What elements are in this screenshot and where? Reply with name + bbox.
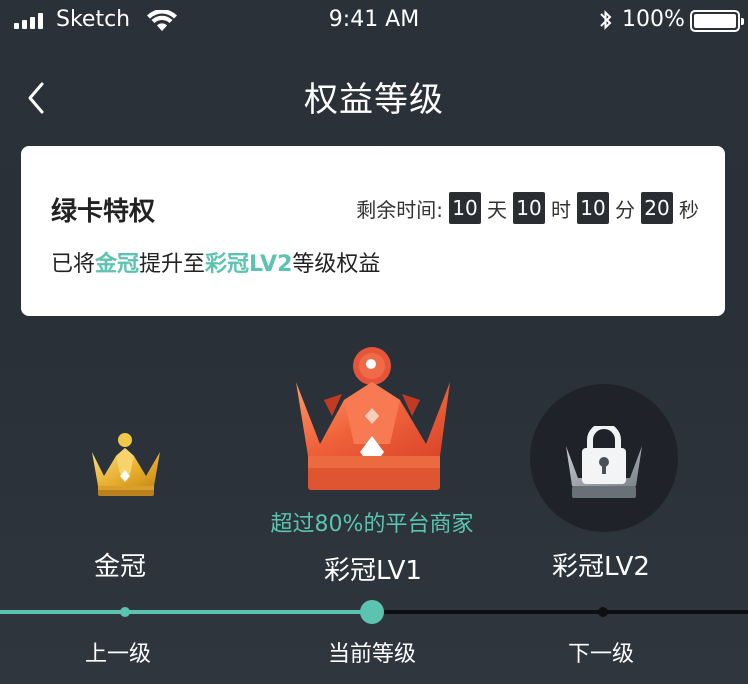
- countdown-hours-unit: 时: [551, 197, 571, 222]
- desc-from-level: 金冠: [95, 252, 140, 277]
- bluetooth-icon: [600, 10, 612, 30]
- countdown-seconds: 20: [641, 192, 673, 224]
- battery-icon: [690, 10, 744, 32]
- progress-dot-previous[interactable]: [120, 607, 130, 617]
- countdown-minutes-unit: 分: [615, 197, 635, 222]
- countdown-seconds-unit: 秒: [679, 197, 699, 222]
- progress-dot-next[interactable]: [598, 607, 608, 617]
- level-name-next: 彩冠LV2: [552, 552, 650, 582]
- red-crown-icon[interactable]: [292, 344, 456, 496]
- gold-crown-icon[interactable]: [86, 428, 166, 502]
- countdown-days-unit: 天: [487, 197, 507, 222]
- desc-middle: 提升至: [139, 252, 206, 277]
- countdown-timer: 剩余时间: 10 天 10 时 10 分 20 秒: [356, 192, 703, 224]
- step-label-previous[interactable]: 上一级: [18, 636, 218, 668]
- progress-dot-current[interactable]: [360, 600, 384, 624]
- progress-track-remaining: [372, 610, 748, 614]
- locked-crown-icon[interactable]: [562, 426, 646, 502]
- step-label-next[interactable]: 下一级: [501, 636, 701, 668]
- privilege-card: 绿卡特权 剩余时间: 10 天 10 时 10 分 20 秒 已将金冠提升至彩冠…: [21, 146, 725, 316]
- battery-percent: 100%: [622, 7, 685, 32]
- desc-to-level: 彩冠LV2: [205, 252, 293, 277]
- desc-suffix: 等级权益: [292, 252, 381, 277]
- countdown-minutes: 10: [577, 192, 609, 224]
- card-title: 绿卡特权: [51, 197, 156, 227]
- desc-prefix: 已将: [51, 252, 96, 277]
- countdown-days: 10: [449, 192, 481, 224]
- progress-track-completed: [0, 610, 372, 614]
- countdown-label: 剩余时间:: [356, 197, 443, 222]
- step-label-current: 当前等级: [327, 642, 416, 667]
- page-title: 权益等级: [304, 80, 444, 120]
- countdown-hours: 10: [513, 192, 545, 224]
- card-description: 已将金冠提升至彩冠LV2等级权益: [51, 246, 380, 278]
- level-name-current: 彩冠LV1: [324, 556, 422, 586]
- level-name-previous: 金冠: [93, 552, 146, 582]
- status-bar: Sketch 9:41 AM 100%: [0, 0, 748, 42]
